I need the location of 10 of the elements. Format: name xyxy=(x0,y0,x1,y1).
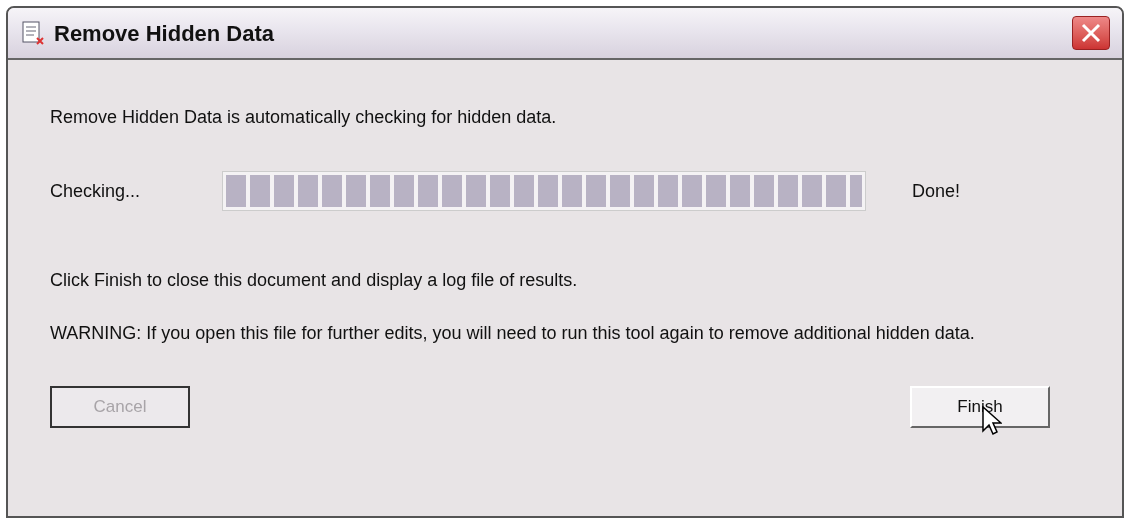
info-text: Click Finish to close this document and display a log file of results. xyxy=(50,269,579,292)
warning-text: WARNING: If you open this file for further edits, you will need to run this tool again to remove additional hidden data. xyxy=(50,322,976,345)
document-icon xyxy=(20,20,46,46)
close-button[interactable] xyxy=(1072,16,1110,50)
finish-button[interactable]: Finish xyxy=(910,386,1050,428)
intro-text: Remove Hidden Data is automatically checking for hidden data. xyxy=(50,106,558,129)
close-icon xyxy=(1080,22,1102,44)
progress-label: Checking... xyxy=(50,179,142,203)
window-title: Remove Hidden Data xyxy=(54,19,276,48)
progress-status: Done! xyxy=(912,179,961,203)
